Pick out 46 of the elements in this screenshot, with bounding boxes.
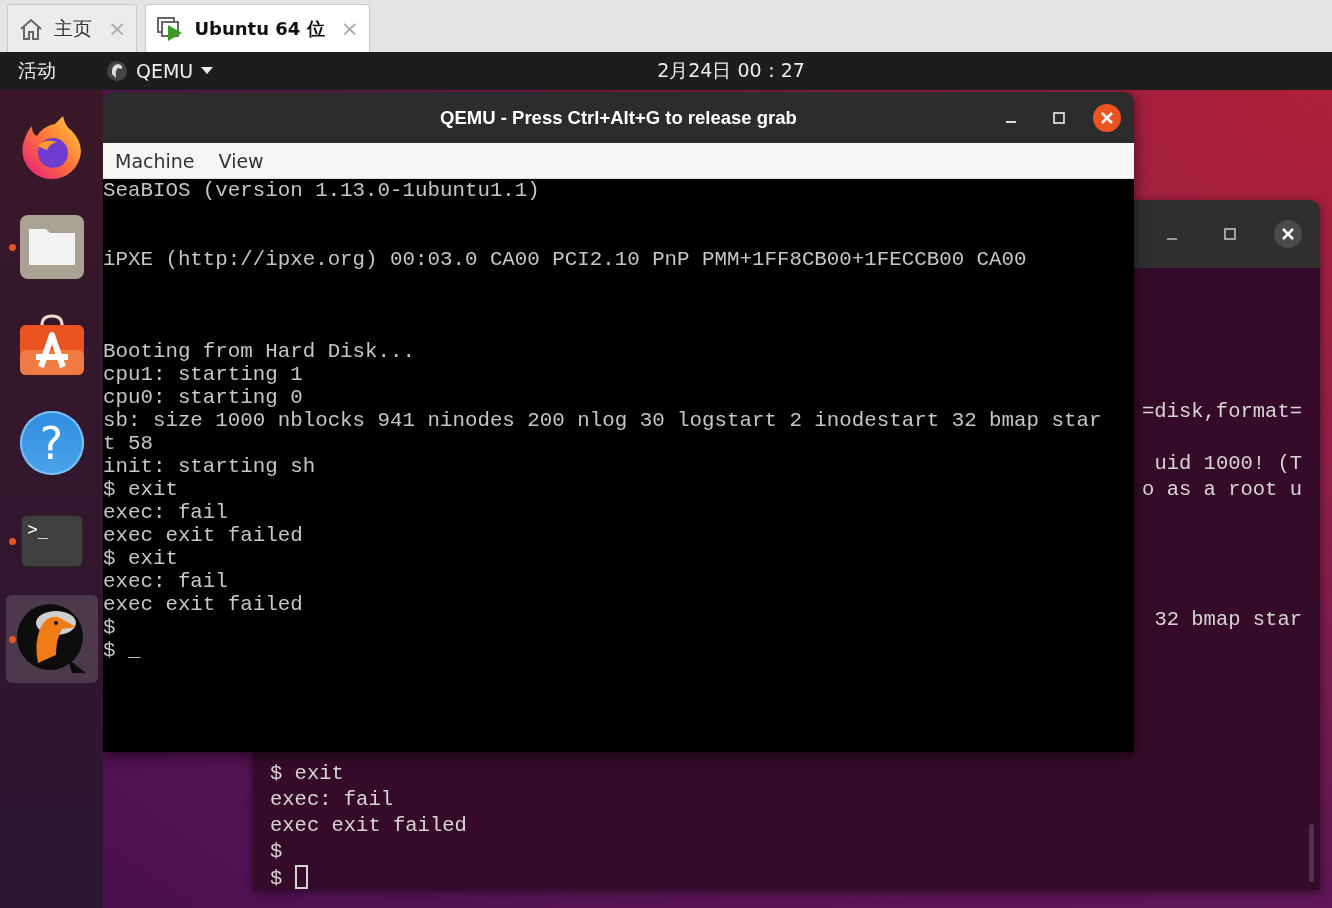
console-line: $ _ [103,639,142,662]
window-title: QEMU - Press Ctrl+Alt+G to release grab [440,106,797,129]
terminal-line: =disk,format= [1142,399,1302,425]
console-line: $ exit [103,478,179,501]
console-line: cpu0: starting 0 [103,386,304,409]
home-icon [18,16,44,41]
terminal-line: exec: fail [270,787,395,813]
console-line: exec exit failed [103,524,304,547]
dock-item-highlight[interactable] [5,595,98,683]
console-line: cpu1: starting 1 [103,363,304,386]
shopping-bag-icon[interactable] [19,313,84,377]
console-line: sb: size 1000 nblocks 941 ninodes 200 nlog 30 logstart 2 inodestart 32 bmap star [103,409,1103,432]
caret-icon [201,67,214,75]
terminal-line: $ [270,839,284,865]
terminal-line: exec exit failed [270,813,468,839]
close-icon[interactable] [1274,220,1302,248]
browser-tab[interactable]: 主页 × [7,4,138,52]
console-line: SeaBIOS (version 1.13.0-1ubuntu1.1) [103,179,541,202]
console-line: t 58 [103,432,154,455]
scrollbar[interactable] [1309,824,1314,882]
terminal-line: o as a root u [1142,477,1302,503]
console-line: exec: fail [103,501,229,524]
terminal-line: uid 1000! (T [1154,451,1302,477]
activities-button[interactable]: 活动 [18,58,56,84]
console-line: iPXE (http://ipxe.org) 00:03.0 CA00 PCI2.10 PnP PMM+1FF8CB00+1FECCB00 CA00 [103,248,1028,271]
console-line: Booting from Hard Disk... [103,340,416,363]
clock[interactable]: 2月24日 00：27 [657,58,805,84]
qemu-icon [106,60,128,82]
folder-icon[interactable] [19,215,84,279]
terminal-line: 32 bmap star [1154,607,1302,633]
terminal-icon[interactable]: >_ [20,515,83,567]
menu-item[interactable]: View [218,149,264,172]
console-line: exec exit failed [103,593,304,616]
console-line: init: starting sh [103,455,317,478]
terminal-line: $ [270,867,283,890]
qemu-icon[interactable] [15,603,88,675]
console-line: $ exit [103,547,179,570]
terminal-line: $ exit [270,761,345,787]
tab-label: Ubuntu 64 位 [194,16,325,41]
console-line: exec: fail [103,570,229,593]
tab-label: 主页 [54,15,92,41]
console-line: $ [103,616,117,639]
app-menu[interactable]: QEMU [106,60,214,82]
menu-item[interactable]: Machine [115,149,195,172]
browser-tab[interactable]: Ubuntu 64 位 × [145,4,370,52]
close-icon[interactable] [1093,103,1121,132]
